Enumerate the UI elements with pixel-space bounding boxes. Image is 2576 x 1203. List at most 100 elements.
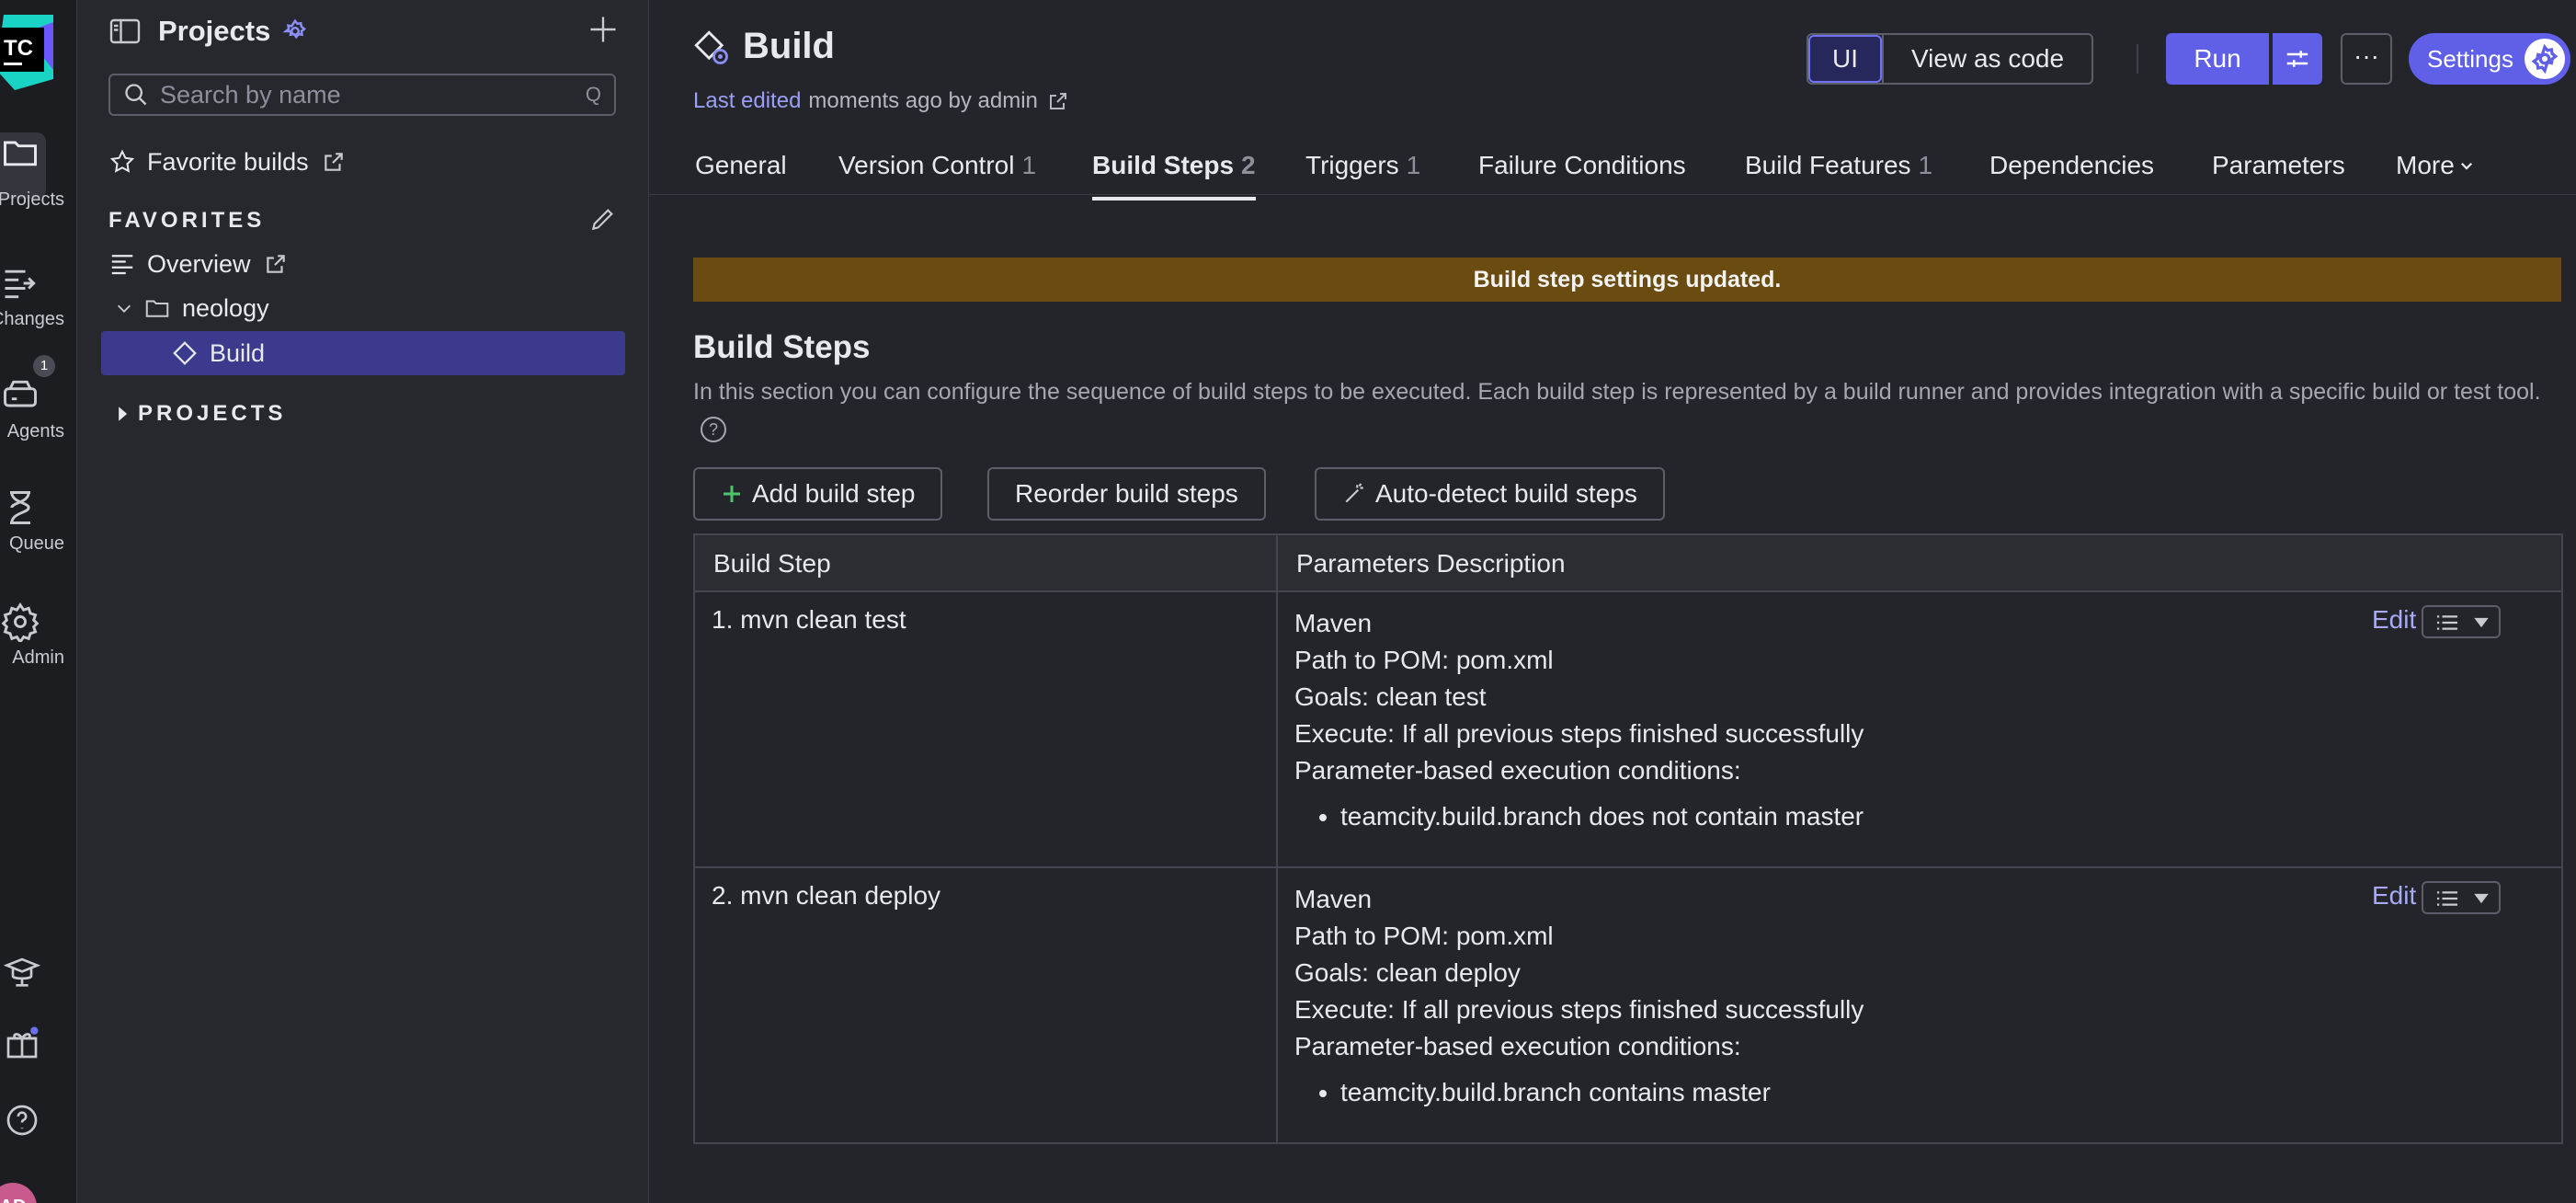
favorite-builds-label: Favorite builds — [147, 147, 309, 176]
sidebar-item-overview[interactable]: Overview — [108, 246, 288, 282]
external-link-icon — [322, 150, 346, 174]
button-label: Auto-detect build steps — [1375, 479, 1637, 508]
list-icon — [108, 250, 136, 278]
tab-label: Triggers — [1305, 151, 1399, 179]
goals: Goals: clean test — [1294, 682, 1487, 711]
last-edited-text: moments ago by admin — [808, 88, 1038, 113]
tab-dependencies[interactable]: Dependencies — [1989, 151, 2154, 180]
search-box: Q — [108, 74, 616, 116]
runner-type: Maven — [1294, 885, 1373, 913]
tab-label: Version Control — [838, 151, 1015, 179]
star-icon — [108, 148, 136, 176]
sidebar-title: Projects — [158, 15, 271, 47]
tab-build-features[interactable]: Build Features 1 — [1745, 151, 1932, 180]
auto-detect-build-steps-button[interactable]: Auto-detect build steps — [1315, 467, 1665, 521]
tab-label: General — [695, 151, 787, 179]
gear-icon — [0, 602, 40, 642]
build-step-params: Maven Path to POM: pom.xml Goals: clean … — [1294, 881, 1864, 1111]
search-shortcut: Q — [585, 83, 601, 106]
tab-label: More — [2396, 151, 2455, 179]
tab-general[interactable]: General — [695, 151, 787, 180]
edit-favorites-icon[interactable] — [588, 204, 618, 234]
view-ui-button[interactable]: UI — [1808, 35, 1882, 83]
folder-icon — [143, 294, 171, 322]
gift-icon[interactable] — [4, 1025, 40, 1061]
search-input[interactable] — [160, 80, 586, 109]
run-custom-build-button[interactable] — [2273, 33, 2322, 85]
list-icon — [2434, 888, 2460, 909]
help-icon[interactable] — [4, 1102, 40, 1139]
tab-count: 2 — [1241, 151, 1256, 179]
condition-item: teamcity.build.branch does not contain m… — [1340, 798, 1864, 835]
step-actions-menu[interactable] — [2422, 881, 2501, 914]
main-content: Build Last edited moments ago by admin U… — [649, 0, 2576, 1203]
academy-icon[interactable] — [4, 955, 40, 991]
add-build-step-button[interactable]: Add build step — [693, 467, 943, 521]
page-title: Build — [691, 26, 835, 67]
header-divider — [2137, 44, 2138, 74]
rail-label: Agents — [6, 421, 64, 441]
tab-build-steps[interactable]: Build Steps 2 — [1092, 151, 1256, 200]
rail-item-projects[interactable]: Projects — [0, 132, 77, 210]
chevron-down-icon[interactable] — [114, 298, 134, 318]
caret-down-icon — [2473, 616, 2490, 629]
external-link-icon[interactable] — [1047, 90, 1069, 112]
rail-label: Admin — [12, 647, 64, 668]
conditions-label: Parameter-based execution conditions: — [1294, 756, 1741, 785]
tab-label: Build Features — [1745, 151, 1911, 179]
list-icon — [2434, 613, 2460, 633]
projects-section-toggle[interactable]: PROJECTS — [116, 401, 286, 427]
rail-item-changes[interactable]: Changes — [0, 263, 77, 336]
rail-label: Queue — [8, 533, 64, 554]
build-step-name: 2. mvn clean deploy — [712, 881, 941, 910]
tab-more[interactable]: More — [2396, 151, 2475, 180]
view-as-code-button[interactable]: View as code — [1882, 35, 2092, 83]
favorite-builds-link[interactable]: Favorite builds — [108, 143, 346, 180]
conditions-label: Parameter-based execution conditions: — [1294, 1032, 1741, 1060]
button-label: Reorder build steps — [1015, 479, 1238, 508]
agents-icon — [0, 375, 40, 416]
add-project-button[interactable] — [587, 13, 620, 46]
tab-triggers[interactable]: Triggers 1 — [1305, 151, 1420, 180]
last-edited-link[interactable]: Last edited — [693, 88, 801, 114]
success-banner: Build step settings updated. — [693, 258, 2561, 302]
sidebar-header: Projects — [108, 11, 309, 52]
rail-item-agents[interactable]: Agents — [0, 375, 77, 448]
execute-policy: Execute: If all previous steps finished … — [1294, 719, 1864, 748]
sidebar-item-neology[interactable]: neology — [114, 290, 269, 327]
build-config-icon — [691, 28, 730, 66]
sidebar-item-label: neology — [182, 293, 269, 322]
goals: Goals: clean deploy — [1294, 958, 1521, 987]
tab-failure-conditions[interactable]: Failure Conditions — [1478, 151, 1686, 180]
more-actions-button[interactable]: ··· — [2341, 33, 2392, 85]
rail-label: Changes — [0, 309, 64, 329]
teamcity-logo[interactable]: TC — [0, 15, 57, 90]
sidebar-toggle-icon[interactable] — [108, 17, 142, 45]
edit-step-link[interactable]: Edit — [2372, 605, 2416, 635]
reorder-build-steps-button[interactable]: Reorder build steps — [987, 467, 1266, 521]
external-link-icon — [264, 252, 288, 276]
rail-item-queue[interactable]: Queue — [0, 487, 77, 560]
project-settings-icon[interactable] — [281, 17, 309, 45]
last-edited: Last edited moments ago by admin — [693, 88, 1069, 114]
search-icon — [123, 82, 149, 108]
logo-text: TC — [4, 36, 33, 61]
projects-sidebar: Projects Q Favorite builds FAVORITES Ove… — [77, 0, 649, 1203]
build-steps-table: Build Step Parameters Description 1. mvn… — [693, 533, 2563, 1144]
rail-item-admin[interactable]: Admin — [0, 602, 77, 674]
gear-icon — [2525, 39, 2565, 79]
tab-count: 1 — [1021, 151, 1037, 179]
section-title: Build Steps — [693, 329, 871, 365]
tab-parameters[interactable]: Parameters — [2212, 151, 2345, 180]
step-actions-menu[interactable] — [2422, 605, 2501, 638]
avatar[interactable]: AD — [0, 1183, 37, 1203]
run-button[interactable]: Run — [2166, 33, 2269, 85]
edit-step-link[interactable]: Edit — [2372, 881, 2416, 911]
help-icon[interactable]: ? — [701, 417, 726, 443]
settings-button[interactable]: Settings — [2409, 33, 2570, 85]
sliders-icon — [2284, 45, 2311, 73]
folder-icon — [0, 132, 40, 173]
projects-heading: PROJECTS — [138, 401, 287, 426]
plus-icon — [721, 483, 743, 505]
tab-version-control[interactable]: Version Control 1 — [838, 151, 1036, 180]
